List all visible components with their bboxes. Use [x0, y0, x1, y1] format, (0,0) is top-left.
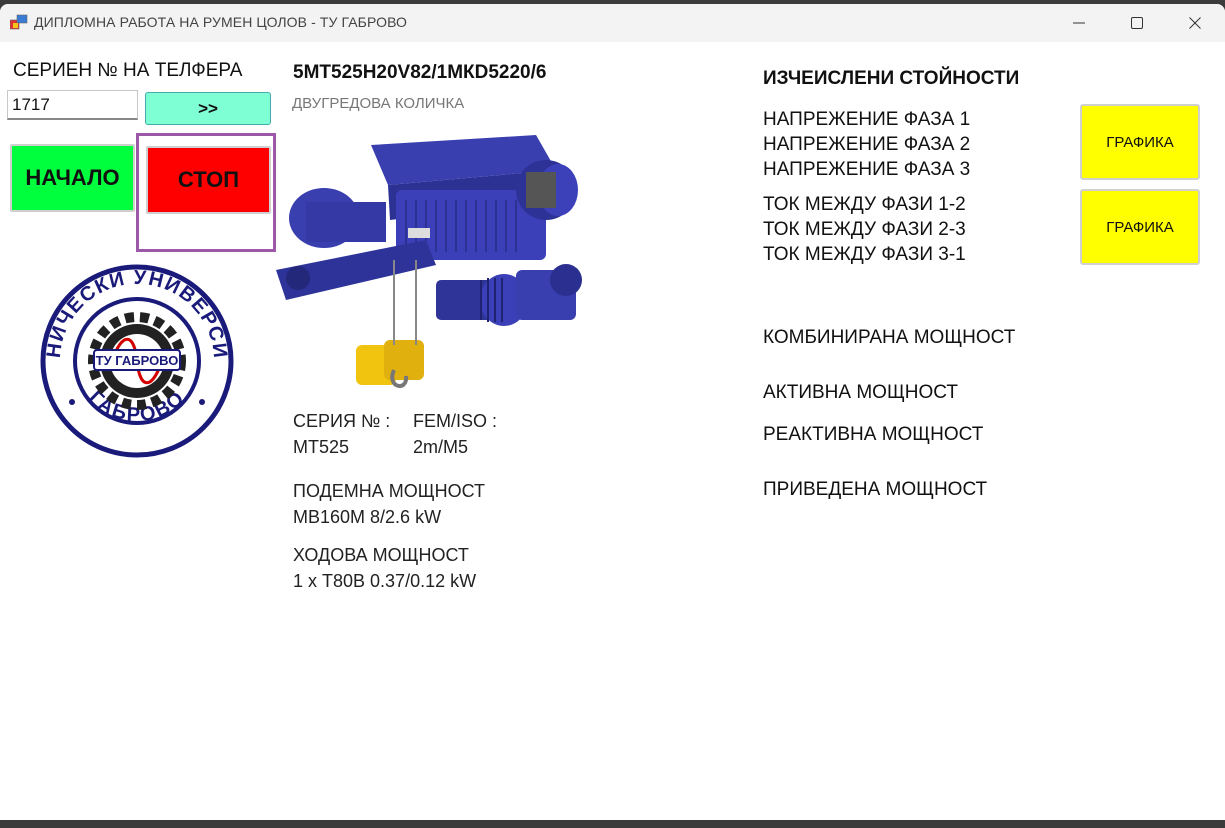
maximize-icon — [1131, 17, 1143, 29]
fem-value: 2m/M5 — [413, 437, 469, 457]
minimize-button[interactable] — [1050, 4, 1108, 42]
serial-label: СЕРИЕН № НА ТЕЛФЕРА — [13, 60, 243, 81]
voltage-phase-2-label: НАПРЕЖЕНИЕ ФАЗА 2 — [763, 134, 971, 155]
fem-label: FEM/ISO : — [413, 411, 498, 431]
travel-power-label: ХОДОВА МОЩНОСТ — [293, 545, 469, 565]
current-graph-button[interactable]: ГРАФИКА — [1080, 189, 1200, 265]
minimize-icon — [1073, 22, 1085, 24]
voltage-phase-1-label: НАПРЕЖЕНИЕ ФАЗА 1 — [763, 109, 971, 130]
form-content: СЕРИЕН № НА ТЕЛФЕРА >> НАЧАЛО СТОП ТЕХНИ… — [0, 42, 1225, 820]
close-icon — [1189, 17, 1201, 29]
go-button[interactable]: >> — [145, 92, 271, 125]
voltage-phase-3-label: НАПРЕЖЕНИЕ ФАЗА 3 — [763, 159, 971, 180]
current-group: ТОК МЕЖДУ ФАЗИ 1-2 ТОК МЕЖДУ ФАЗИ 2-3 ТО… — [763, 192, 966, 267]
close-button[interactable] — [1166, 4, 1224, 42]
lift-power-info: ПОДЕМНА МОЩНОСТ МВ160М 8/2.6 kW — [293, 478, 485, 530]
travel-power-info: ХОДОВА МОЩНОСТ 1 х Т80В 0.37/0.12 kW — [293, 542, 476, 594]
active-power-label: АКТИВНА МОЩНОСТ — [763, 382, 958, 403]
model-title: 5МТ525Н20V82/1МКD5220/6 — [293, 62, 547, 83]
fem-info: FEM/ISO : 2m/M5 — [413, 408, 497, 460]
logo-center-text: ТУ ГАБРОВО — [96, 353, 179, 368]
current-2-3-label: ТОК МЕЖДУ ФАЗИ 2-3 — [763, 219, 966, 240]
lift-power-value: МВ160М 8/2.6 kW — [293, 507, 442, 527]
stop-button[interactable]: СТОП — [146, 146, 271, 214]
hoist-image — [276, 135, 582, 388]
serial-input[interactable] — [7, 90, 138, 120]
app-window: ДИПЛОМНА РАБОТА НА РУМЕН ЦОЛОВ - ТУ ГАБР… — [0, 4, 1225, 820]
voltage-group: НАПРЕЖЕНИЕ ФАЗА 1 НАПРЕЖЕНИЕ ФАЗА 2 НАПР… — [763, 107, 970, 182]
combined-power-label: КОМБИНИРАНА МОЩНОСТ — [763, 327, 1016, 348]
travel-power-value: 1 х Т80В 0.37/0.12 kW — [293, 571, 477, 591]
series-info: СЕРИЯ № : МТ525 — [293, 408, 390, 460]
reduced-power-label: ПРИВЕДЕНА МОЩНОСТ — [763, 479, 988, 500]
series-label: СЕРИЯ № : — [293, 411, 391, 431]
reactive-power-label: РЕАКТИВНА МОЩНОСТ — [763, 424, 984, 445]
title-bar[interactable]: ДИПЛОМНА РАБОТА НА РУМЕН ЦОЛОВ - ТУ ГАБР… — [0, 4, 1225, 42]
voltage-graph-button[interactable]: ГРАФИКА — [1080, 104, 1200, 180]
maximize-button[interactable] — [1108, 4, 1166, 42]
current-3-1-label: ТОК МЕЖДУ ФАЗИ 3-1 — [763, 244, 966, 265]
window-title: ДИПЛОМНА РАБОТА НА РУМЕН ЦОЛОВ - ТУ ГАБР… — [34, 14, 408, 30]
model-subtitle: ДВУГРЕДОВА КОЛИЧКА — [292, 95, 465, 112]
calculated-values-header: ИЗЧЕИСЛЕНИ СТОЙНОСТИ — [763, 68, 1020, 89]
app-icon — [10, 14, 28, 30]
current-1-2-label: ТОК МЕЖДУ ФАЗИ 1-2 — [763, 194, 966, 215]
university-logo: ТЕХНИЧЕСКИ УНИВЕРСИТЕТ ГАБРОВО ТУ ГАБРОВ… — [38, 262, 234, 458]
lift-power-label: ПОДЕМНА МОЩНОСТ — [293, 481, 486, 501]
series-value: МТ525 — [293, 437, 350, 457]
start-button[interactable]: НАЧАЛО — [10, 144, 135, 212]
